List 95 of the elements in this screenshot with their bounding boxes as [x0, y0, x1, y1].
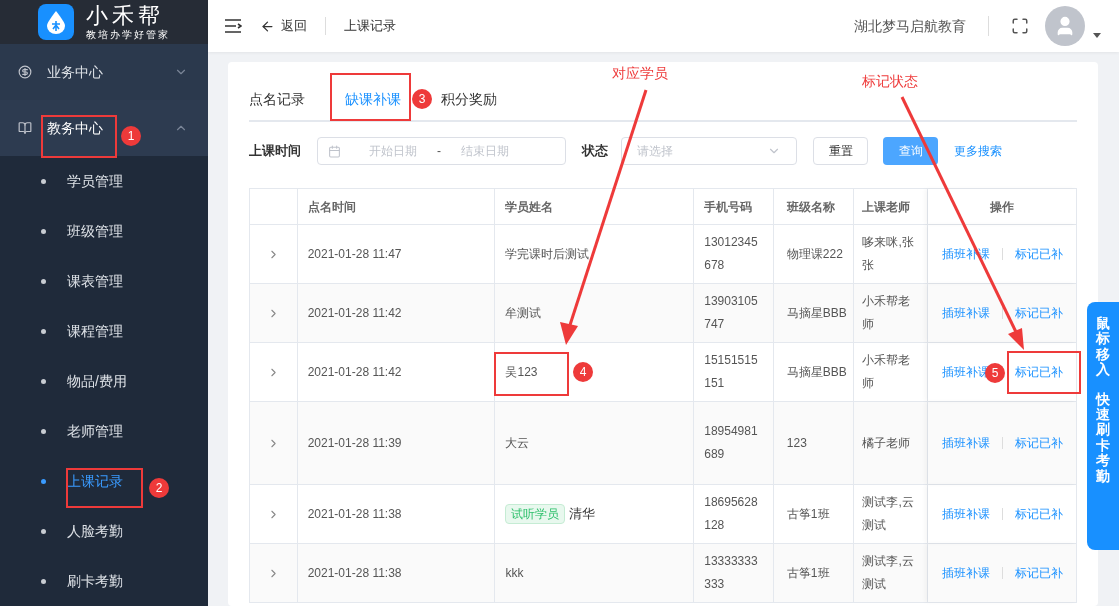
filter-label: 上课时间: [249, 142, 302, 161]
bullet-icon: [41, 478, 46, 484]
menu-item[interactable]: 老师管理: [67, 420, 123, 442]
logo-icon: [38, 4, 74, 40]
bullet-icon: [41, 228, 46, 234]
logo-slogan: 教培办学好管家: [86, 29, 170, 40]
action-link[interactable]: 标记已补: [1014, 363, 1063, 381]
start-date-placeholder: 开始日期: [368, 143, 418, 160]
table-cell: 古筝1班: [773, 485, 855, 543]
table-cell-text: 清华: [569, 505, 596, 524]
table-cell: 小禾帮老师: [854, 284, 928, 342]
calendar-icon: [328, 144, 341, 158]
menu-item[interactable]: 班级管理: [67, 220, 123, 242]
table-cell: 物理课222: [773, 225, 855, 283]
column-header: 学员姓名: [495, 189, 695, 224]
action-link[interactable]: 插班补课: [941, 304, 990, 322]
menu-item[interactable]: 物品/费用: [67, 370, 127, 392]
status-select[interactable]: 请选择: [621, 137, 797, 165]
menu-item[interactable]: 课程管理: [67, 320, 123, 342]
bullet-icon: [41, 528, 46, 534]
menu-item[interactable]: 学员管理: [67, 170, 123, 192]
end-date-placeholder: 结束日期: [460, 143, 510, 160]
table-cell: 2021-01-28 11:42: [297, 284, 496, 342]
action-link[interactable]: 标记已补: [1014, 564, 1063, 582]
date-range-field[interactable]: 开始日期 - 结束日期: [317, 137, 566, 165]
column-header: 班级名称: [773, 189, 855, 224]
table-cell-text: 大云: [505, 435, 530, 452]
avatar[interactable]: [1045, 6, 1085, 46]
action-link[interactable]: 插班补课: [941, 564, 990, 582]
quick-attendance-tab[interactable]: 鼠标移入 快速刷卡考勤: [1087, 302, 1119, 550]
logo-name: 小禾帮: [86, 4, 165, 27]
action-link[interactable]: 插班补课: [941, 434, 990, 452]
table-cell: 2021-01-28 11:39: [297, 402, 496, 484]
range-separator: -: [437, 143, 441, 160]
reset-button[interactable]: 重置: [813, 137, 868, 165]
filter-label: 状态: [582, 142, 608, 161]
table-cell: 古筝1班: [773, 544, 855, 602]
tab[interactable]: 缺课补课: [345, 89, 401, 120]
table-cell: 2021-01-28 11:38: [297, 544, 496, 602]
bullet-icon: [41, 328, 46, 334]
table-cell: 2021-01-28 11:47: [297, 225, 496, 283]
table-cell: 小禾帮老师: [854, 343, 928, 401]
menu-item[interactable]: 上课记录: [67, 470, 123, 492]
book-icon: [18, 121, 32, 135]
bullet-icon: [41, 178, 46, 184]
action-link[interactable]: 标记已补: [1014, 434, 1063, 452]
menu-item[interactable]: 人脸考勤: [67, 520, 123, 542]
bullet-icon: [41, 378, 46, 384]
table-cell-text: 吴123: [505, 364, 538, 381]
bullet-icon: [41, 278, 46, 284]
table-cell: 2021-01-28 11:42: [297, 343, 496, 401]
table-cell: 13333333333: [694, 544, 774, 602]
table-cell: 橘子老师: [854, 402, 928, 484]
menu-item[interactable]: 课表管理: [67, 270, 123, 292]
table-cell: 18695628128: [694, 485, 774, 543]
table-cell: 马摘星BBB: [773, 284, 855, 342]
menu-group[interactable]: 业务中心: [0, 44, 208, 100]
trial-tag: 试听学员: [505, 504, 566, 524]
table-cell: 13903105747: [694, 284, 774, 342]
table-cell: 13012345678: [694, 225, 774, 283]
menu-item[interactable]: 刷卡考勤: [67, 570, 123, 592]
action-link[interactable]: 标记已补: [1014, 505, 1063, 523]
table-cell-text: kkk: [505, 565, 524, 582]
table-cell-text: 牟测试: [505, 305, 542, 322]
coin-icon: [18, 65, 32, 79]
back-button[interactable]: 返回: [260, 16, 307, 36]
column-header: 手机号码: [694, 189, 774, 224]
column-header: 点名时间: [297, 189, 496, 224]
annotation-label: 对应学员: [612, 64, 668, 83]
table-cell-text: 学完课时后测试: [505, 246, 590, 263]
fullscreen-icon[interactable]: [1011, 17, 1029, 35]
column-header: 操作: [928, 189, 1077, 224]
search-button[interactable]: 查询: [883, 137, 938, 165]
annotation-label: 标记状态: [862, 72, 918, 91]
more-search-link[interactable]: 更多搜索: [954, 142, 1002, 160]
column-header: 上课老师: [854, 189, 928, 224]
table-cell: 测试李,云测试: [854, 485, 928, 543]
table-cell: 123: [773, 402, 855, 484]
action-link[interactable]: 插班补课: [941, 505, 990, 523]
action-link[interactable]: 标记已补: [1014, 245, 1063, 263]
organization-name: 湖北梦马启航教育: [854, 16, 966, 36]
bullet-icon: [41, 428, 46, 434]
table-cell: 马摘星BBB: [773, 343, 855, 401]
bullet-icon: [41, 578, 46, 584]
action-link[interactable]: 标记已补: [1014, 304, 1063, 322]
table-cell: 哆来咪,张张: [854, 225, 928, 283]
table-cell: 15151515151: [694, 343, 774, 401]
tab[interactable]: 积分奖励: [441, 89, 497, 120]
caret-icon[interactable]: [1093, 32, 1101, 38]
page-title: 上课记录: [344, 17, 396, 36]
table-cell: 18954981689: [694, 402, 774, 484]
table-cell: 2021-01-28 11:38: [297, 485, 496, 543]
menu-icon[interactable]: [224, 19, 242, 33]
table-cell: 测试李,云测试: [854, 544, 928, 602]
tab[interactable]: 点名记录: [249, 89, 305, 120]
